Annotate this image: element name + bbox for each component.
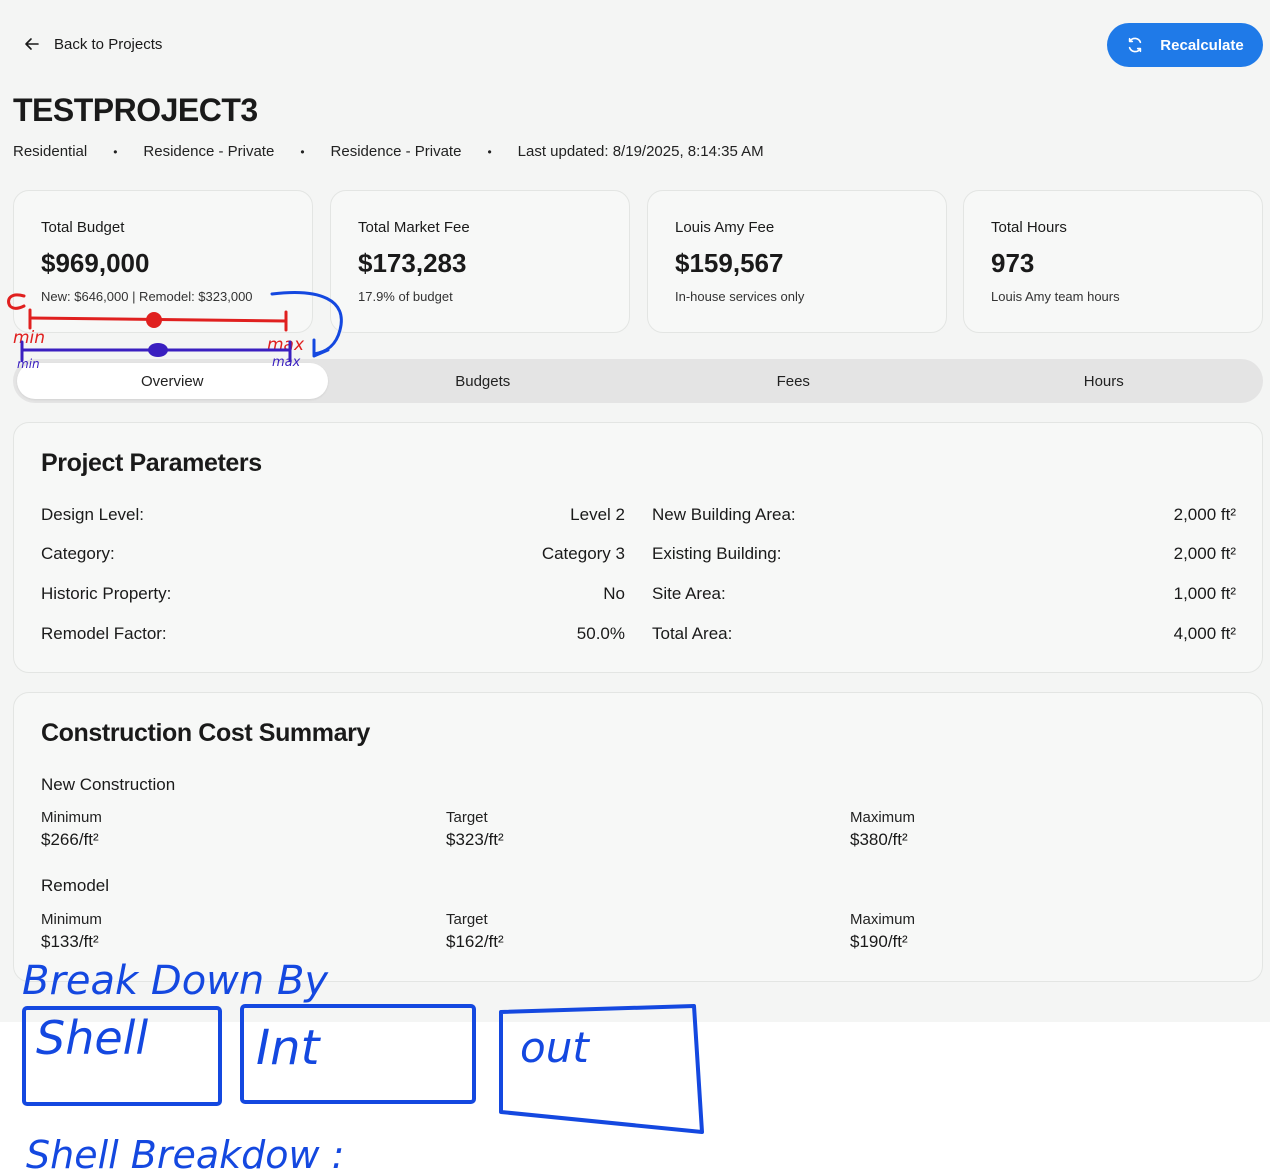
param-value: Category 3: [541, 544, 625, 563]
stat-label: Louis Amy Fee: [675, 219, 775, 236]
refresh-icon: [1129, 37, 1142, 53]
back-to-projects-link[interactable]: Back to Projects: [24, 28, 162, 60]
param-label: Site Area:: [652, 584, 726, 603]
stat-subtext: 17.9% of budget: [358, 289, 453, 304]
int-box-label: Int: [256, 1020, 322, 1076]
cost-label: Minimum: [41, 911, 102, 928]
cost-group-title: New Construction: [41, 775, 176, 794]
cost-value: $162/ft²: [446, 932, 504, 951]
cost-label: Maximum: [850, 809, 916, 826]
param-label: Remodel Factor:: [41, 624, 167, 643]
separator-dot: •: [487, 144, 492, 159]
separator-dot: •: [300, 144, 305, 159]
stat-value: $159,567: [675, 248, 784, 278]
cost-cell-target: Target $162/ft²: [446, 911, 826, 952]
recalculate-button[interactable]: Recalculate: [1107, 23, 1263, 67]
section-title: Project Parameters: [41, 449, 262, 477]
shell-box: [22, 1006, 222, 1106]
meta-subtype: Residence - Private: [143, 143, 275, 160]
out-box: [499, 1004, 704, 1134]
param-label: Design Level:: [41, 505, 145, 524]
stat-label: Total Market Fee: [358, 219, 470, 236]
cost-label: Target: [446, 911, 488, 928]
stat-subtext: In-house services only: [675, 289, 805, 304]
param-row: Total Area: 4,000 ft²: [652, 624, 1236, 644]
stat-value: 973: [991, 248, 1035, 278]
construction-cost-summary-card: Construction Cost Summary New Constructi…: [13, 692, 1263, 982]
shell-breakdown-label: Shell Breakdow :: [26, 1133, 344, 1171]
param-row: Existing Building: 2,000 ft²: [652, 544, 1236, 564]
meta-type: Residential: [13, 143, 88, 160]
cost-value: $133/ft²: [41, 932, 99, 951]
param-label: Existing Building:: [652, 544, 782, 563]
param-label: Total Area:: [652, 624, 733, 643]
back-label: Back to Projects: [54, 35, 163, 53]
param-row: Historic Property: No: [41, 584, 625, 604]
louis-amy-fee-card: Louis Amy Fee $159,567 In-house services…: [647, 190, 947, 333]
recalculate-label: Recalculate: [1160, 36, 1244, 54]
cost-label: Maximum: [850, 911, 916, 928]
total-hours-card: Total Hours 973 Louis Amy team hours: [963, 190, 1263, 333]
tab-hours[interactable]: Hours: [949, 363, 1260, 399]
param-row: New Building Area: 2,000 ft²: [652, 505, 1236, 525]
cost-value: $323/ft²: [446, 830, 504, 849]
param-value: 50.0%: [576, 624, 625, 643]
param-value: 2,000 ft²: [1173, 544, 1236, 563]
param-value: 4,000 ft²: [1173, 624, 1236, 643]
param-row: Remodel Factor: 50.0%: [41, 624, 625, 644]
stat-label: Total Hours: [991, 219, 1067, 236]
section-title: Construction Cost Summary: [41, 719, 370, 747]
param-row: Design Level: Level 2: [41, 505, 625, 525]
tab-budgets[interactable]: Budgets: [328, 363, 639, 399]
stat-value: $173,283: [358, 248, 467, 278]
page-title: TESTPROJECT3: [13, 92, 258, 128]
tab-fees[interactable]: Fees: [638, 363, 949, 399]
total-market-fee-card: Total Market Fee $173,283 17.9% of budge…: [330, 190, 630, 333]
param-label: New Building Area:: [652, 505, 796, 524]
stat-label: Total Budget: [41, 219, 125, 236]
cost-value: $380/ft²: [850, 830, 908, 849]
param-value: 2,000 ft²: [1173, 505, 1236, 524]
cost-cell-maximum: Maximum $380/ft²: [850, 809, 1230, 850]
stat-value: $969,000: [41, 248, 150, 278]
out-box-label: out: [520, 1023, 590, 1072]
param-label: Category:: [41, 544, 115, 563]
tab-overview[interactable]: Overview: [17, 363, 328, 399]
separator-dot: •: [113, 144, 118, 159]
meta-subtype-2: Residence - Private: [330, 143, 462, 160]
stat-subtext: New: $646,000 | Remodel: $323,000: [41, 289, 253, 304]
cost-cell-minimum: Minimum $266/ft²: [41, 809, 421, 850]
cost-value: $266/ft²: [41, 830, 99, 849]
cost-value: $190/ft²: [850, 932, 908, 951]
total-budget-card: Total Budget $969,000 New: $646,000 | Re…: [13, 190, 313, 333]
param-label: Historic Property:: [41, 584, 172, 603]
param-value: Level 2: [570, 505, 625, 524]
cost-cell-minimum: Minimum $133/ft²: [41, 911, 421, 952]
param-row: Category: Category 3: [41, 544, 625, 564]
cost-label: Target: [446, 809, 488, 826]
param-value: No: [603, 584, 625, 603]
project-meta: Residential • Residence - Private • Resi…: [13, 143, 764, 160]
arrow-left-icon: [25, 38, 39, 50]
stat-subtext: Louis Amy team hours: [991, 289, 1120, 304]
tab-bar: Overview Budgets Fees Hours: [13, 359, 1263, 403]
cost-group-title: Remodel: [41, 876, 110, 895]
meta-last-updated: Last updated: 8/19/2025, 8:14:35 AM: [517, 143, 764, 160]
cost-cell-target: Target $323/ft²: [446, 809, 826, 850]
cost-cell-maximum: Maximum $190/ft²: [850, 911, 1230, 952]
cost-label: Minimum: [41, 809, 102, 826]
project-parameters-card: Project Parameters Design Level: Level 2 …: [13, 422, 1263, 673]
param-value: 1,000 ft²: [1173, 584, 1236, 603]
param-row: Site Area: 1,000 ft²: [652, 584, 1236, 604]
